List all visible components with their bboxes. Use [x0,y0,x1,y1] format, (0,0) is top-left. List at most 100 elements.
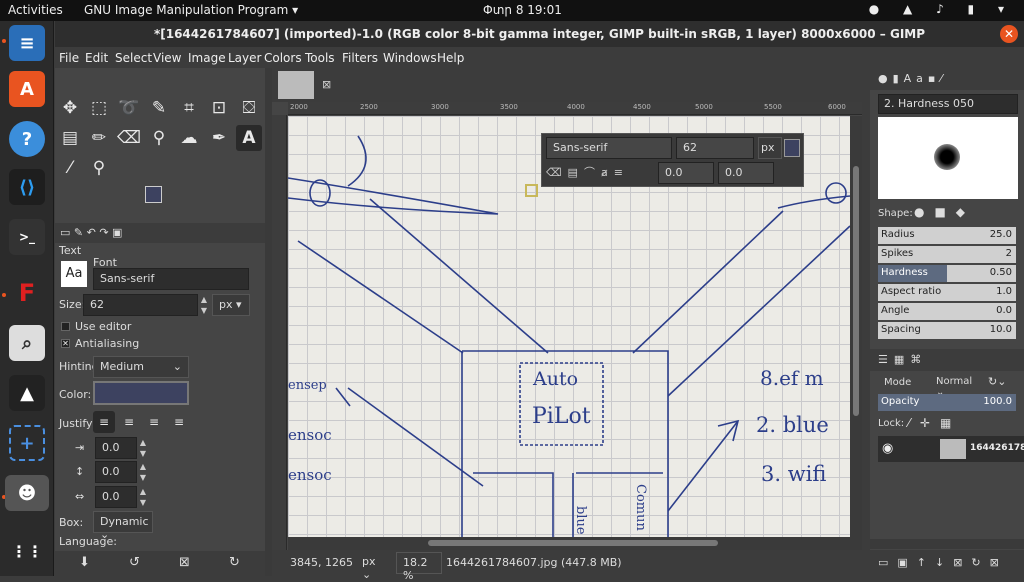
text-editor-icon[interactable]: ≡ [9,25,45,61]
smudge-tool-icon[interactable]: ☁ [176,125,202,151]
vertical-scrollbar[interactable] [850,116,862,537]
size-input[interactable]: 62 [83,294,198,316]
rect-select-icon[interactable]: ⬚ [86,95,112,121]
restore-options-icon[interactable]: ↺ [129,555,140,570]
size-spinner[interactable]: ▲ ▼ [198,294,210,316]
menu-image[interactable]: Image [188,51,226,65]
fuzzy-select-icon[interactable]: ✎ [146,95,172,121]
show-apps-icon[interactable]: ⋮⋮ [9,533,45,569]
shape-options-icons[interactable]: ●■◆ [914,205,975,219]
layer-row[interactable]: ◉ 1644261784 [878,436,1024,462]
inkscape-icon[interactable]: ▲ [9,375,45,411]
app-menu[interactable]: GNU Image Manipulation Program ▾ [84,3,298,17]
letter-spacing-input[interactable]: 0.0 [95,486,137,508]
size-unit-select[interactable]: px ▾ [212,294,250,316]
close-window-button[interactable]: ✕ [1000,25,1018,43]
ontext-unit-select[interactable]: px [758,137,782,159]
delete-options-icon[interactable]: ⊠ [179,555,190,570]
zoom-select[interactable]: 18.2 % [396,552,442,582]
menu-select[interactable]: Select [115,51,152,65]
clock[interactable]: Փտր 8 19:01 [483,3,562,17]
brush-param-row[interactable]: Spacing 10.0 [878,322,1016,339]
ontext-kerning-input[interactable]: 0.0 [718,162,774,184]
menu-file[interactable]: File [59,51,79,65]
gradient-tool-icon[interactable]: ▤ [57,125,83,151]
mode-reset-icon[interactable]: ↻⌄ [988,375,1006,388]
lock-icons[interactable]: ⁄✛▦ [908,416,961,430]
foreground-color-swatch[interactable] [145,186,162,203]
hinting-select[interactable]: Medium ⌄ [93,356,189,378]
lasso-icon[interactable]: ➰ [116,95,142,121]
justify-right-icon[interactable]: ≡ [118,411,140,433]
close-tab-icon[interactable]: ⊠ [322,78,331,91]
layers-scrollbar[interactable] [870,539,1024,549]
zoom-tool-icon[interactable]: ⚲ [86,155,112,181]
system-tray[interactable]: ● ▲ ♪ ▮ ▾ [869,2,1014,16]
eye-icon[interactable]: ◉ [882,441,893,456]
paintbrush-icon[interactable]: ✏ [86,125,112,151]
activities-button[interactable]: Activities [8,3,63,17]
filezilla-icon[interactable]: F [9,275,45,311]
indent-input[interactable]: 0.0 [95,437,137,459]
ontext-baseline-input[interactable]: 0.0 [658,162,714,184]
text-cursor-handle[interactable] [525,184,538,197]
letter-spacing-spinner[interactable]: ▲ ▼ [137,486,149,508]
horizontal-scroll-thumb[interactable] [428,540,718,546]
horizontal-scrollbar[interactable] [288,537,862,550]
search-magnifier-icon[interactable]: ⌕ [9,325,45,361]
ontext-color-swatch[interactable] [784,139,800,157]
text-color-swatch[interactable] [93,381,189,405]
menu-layer[interactable]: Layer [228,51,261,65]
layer-name[interactable]: 1644261784 [970,443,1024,453]
brush-param-row[interactable]: Spikes 2 [878,246,1016,263]
transform-tool-icon[interactable]: ⊡ [206,95,232,121]
brush-tab-icons[interactable]: ●▮Aa▪⁄ [878,72,947,85]
help-icon[interactable]: ? [9,121,45,157]
mode-select[interactable]: Normal ⌄ [930,373,986,398]
menu-colors[interactable]: Colors [264,51,302,65]
brush-param-row[interactable]: Aspect ratio 1.0 [878,284,1016,301]
menu-edit[interactable]: Edit [85,51,108,65]
indent-spinner[interactable]: ▲ ▼ [137,437,149,459]
ontext-size-input[interactable]: 62 [676,137,754,159]
line-spacing-spinner[interactable]: ▲ ▼ [137,461,149,483]
vscode-icon[interactable]: ⟨⟩ [9,169,45,205]
layers-tab-icons[interactable]: ☰▦⌘ [878,353,927,366]
color-picker-icon[interactable]: ⁄ [57,155,83,181]
brush-param-row[interactable]: Radius 25.0 [878,227,1016,244]
paths-tool-icon[interactable]: ✒ [206,125,232,151]
box-select[interactable]: Dynamic ⌄ [93,511,153,541]
justify-left-icon[interactable]: ≡ [93,411,115,433]
menu-windows[interactable]: Windows [383,51,437,65]
ontext-style-icons[interactable]: ⌫▤⌒ⱥ≡ [546,164,629,180]
menu-view[interactable]: View [153,51,181,65]
justify-center-icon[interactable]: ≡ [143,411,165,433]
vertical-scroll-thumb[interactable] [853,166,859,416]
gimp-icon[interactable]: ☻ [5,475,49,511]
clone-tool-icon[interactable]: ⚲ [146,125,172,151]
use-editor-checkbox[interactable] [61,322,70,331]
text-tool-icon[interactable]: A [236,125,262,151]
ontext-font-input[interactable]: Sans-serif [546,137,672,159]
software-center-icon[interactable]: A [9,71,45,107]
brush-param-row[interactable]: Hardness 0.50 [878,265,1016,282]
antialiasing-checkbox[interactable]: ✕ [61,339,70,348]
reset-options-icon[interactable]: ↻ [229,555,240,570]
line-spacing-input[interactable]: 0.0 [95,461,137,483]
status-unit-select[interactable]: px ⌄ [356,552,394,581]
bucket-fill-icon[interactable]: ⛋ [236,95,262,121]
layer-action-icons[interactable]: ▭▣↑↓⊠↻⊠ [878,556,1008,569]
justify-fill-icon[interactable]: ≡ [168,411,190,433]
image-thumbnail-tab[interactable] [278,71,314,99]
crop-tool-icon[interactable]: ⌗ [176,95,202,121]
move-tool-icon[interactable]: ✥ [57,95,83,121]
save-options-icon[interactable]: ⬇ [79,555,90,570]
left-dock-divider[interactable] [265,68,272,576]
font-input[interactable]: Sans-serif [93,268,249,290]
brush-param-row[interactable]: Angle 0.0 [878,303,1016,320]
terminal-icon[interactable]: >_ [9,219,45,255]
screenshot-icon[interactable]: + [9,425,45,461]
opacity-slider[interactable]: Opacity 100.0 [878,394,1016,411]
menu-tools[interactable]: Tools [305,51,335,65]
menu-help[interactable]: Help [437,51,464,65]
